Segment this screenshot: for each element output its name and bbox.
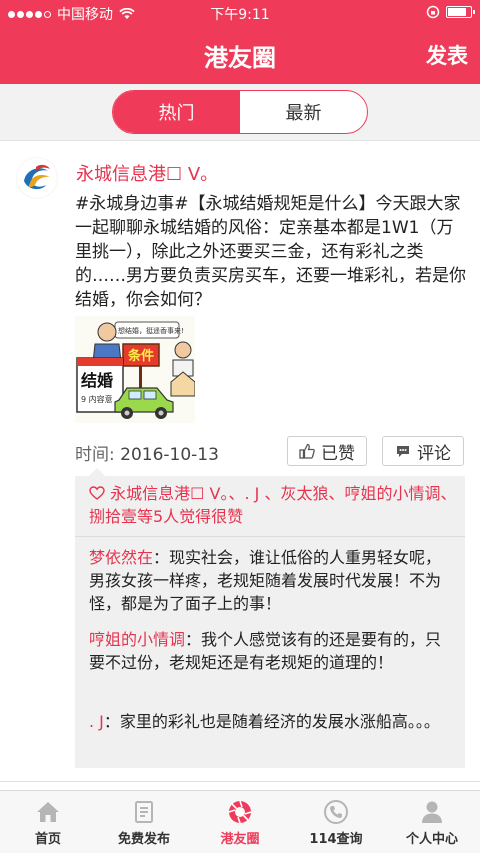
heart-icon xyxy=(89,486,105,500)
home-icon xyxy=(37,802,59,822)
comment-author[interactable]: . J xyxy=(89,712,104,731)
likes-text: 永城信息港☐ V。、. J 、灰太狼、哼姐的小情调、捌拾壹等5人觉得很赞 xyxy=(89,484,457,526)
image-calendar-subtext: 9 内容意 xyxy=(81,394,113,404)
comment-box: 永城信息港☐ V。、. J 、灰太狼、哼姐的小情调、捌拾壹等5人觉得很赞 梦依然… xyxy=(75,468,465,768)
phone-icon xyxy=(324,800,348,824)
avatar[interactable] xyxy=(16,157,58,199)
comment-text: 家里的彩礼也是随着经济的发展水涨船高。。。 xyxy=(119,712,440,731)
tab-home[interactable]: 首页 xyxy=(0,791,96,853)
image-sign-text: 条件 xyxy=(128,348,154,364)
thumbs-up-icon xyxy=(299,443,315,459)
comment-item[interactable]: 哼姐的小情调：我个人感觉该有的还是要有的，只要不过份，老规矩还是有老规矩的道理的… xyxy=(89,628,457,674)
post-author[interactable]: 永城信息港☐ V。 xyxy=(76,160,218,186)
comment-item[interactable]: 梦依然在：现实社会，谁让低俗的人重男轻女呢，男孩女孩一样疼，老规矩随着发展时代发… xyxy=(89,546,457,615)
likes-summary: 永城信息港☐ V。、. J 、灰太狼、哼姐的小情调、捌拾壹等5人觉得很赞 xyxy=(89,482,457,528)
publish-button[interactable]: 发表 xyxy=(426,40,468,70)
feed-divider xyxy=(0,781,480,782)
tab-free-post[interactable]: 免费发布 xyxy=(96,791,192,853)
avatar-logo-icon xyxy=(17,158,57,198)
status-time: 下午9:11 xyxy=(210,7,270,23)
tab-profile-label: 个人中心 xyxy=(405,832,458,847)
status-bar: 中国移动 下午9:11 xyxy=(0,0,480,24)
post-image[interactable]: 想结婚，挺遥香事来! 条件 结婚 9 内容意 xyxy=(75,316,195,423)
comment-author[interactable]: 哼姐的小情调 xyxy=(89,630,185,649)
image-calendar-text: 结婚 xyxy=(80,371,113,390)
tab-114-lookup-label: 114查询 xyxy=(309,832,363,847)
tab-profile[interactable]: 个人中心 xyxy=(384,791,480,853)
comment-button[interactable]: 评论 xyxy=(382,436,464,466)
like-button-label: 已赞 xyxy=(321,443,355,464)
document-icon xyxy=(135,801,153,823)
comment-item[interactable]: . J：家里的彩礼也是随着经济的发展水涨船高。。。 xyxy=(89,710,457,733)
bottom-tab-bar: 首页 免费发布 港友圈 114查询 个人中心 xyxy=(0,790,480,853)
nav-bar: 港友圈 发表 xyxy=(0,24,480,84)
segment-bar: 热门 最新 xyxy=(0,84,480,141)
comment-button-label: 评论 xyxy=(417,443,451,464)
status-right xyxy=(426,5,475,19)
tab-moments[interactable]: 港友圈 xyxy=(192,791,288,853)
likes-divider xyxy=(75,536,465,537)
comment-separator: ： xyxy=(185,630,202,649)
camera-shutter-icon xyxy=(228,800,252,824)
image-speech-text: 想结婚，挺遥香事来! xyxy=(118,326,184,335)
tab-hot[interactable]: 热门 xyxy=(113,91,240,133)
tab-moments-label: 港友圈 xyxy=(220,832,260,847)
comment-separator: ： xyxy=(103,712,120,731)
tab-free-post-label: 免费发布 xyxy=(117,832,170,847)
segmented-control: 热门 最新 xyxy=(112,90,368,134)
post-text: #永城身边事#【永城结婚规矩是什么】今天跟大家一起聊聊永城结婚的风俗：定亲基本都… xyxy=(75,194,466,310)
tab-home-label: 首页 xyxy=(34,832,61,847)
post-time-value: 2016-10-13 xyxy=(120,445,219,465)
post-time: 时间: 2016-10-13 xyxy=(75,440,219,465)
person-icon xyxy=(422,801,442,823)
rotation-lock-icon xyxy=(426,5,440,19)
page-title: 港友圈 xyxy=(204,44,276,72)
battery-level xyxy=(448,8,466,16)
comment-bubble-icon xyxy=(397,446,409,457)
like-button[interactable]: 已赞 xyxy=(287,436,367,466)
post-time-prefix: 时间: xyxy=(75,445,115,465)
battery-icon xyxy=(446,6,475,18)
tab-latest[interactable]: 最新 xyxy=(240,91,367,133)
comment-author[interactable]: 梦依然在 xyxy=(89,548,153,567)
tab-114-lookup[interactable]: 114查询 xyxy=(288,791,384,853)
comment-separator: ： xyxy=(153,548,170,567)
post-illustration: 想结婚，挺遥香事来! 条件 结婚 9 内容意 xyxy=(75,316,195,423)
